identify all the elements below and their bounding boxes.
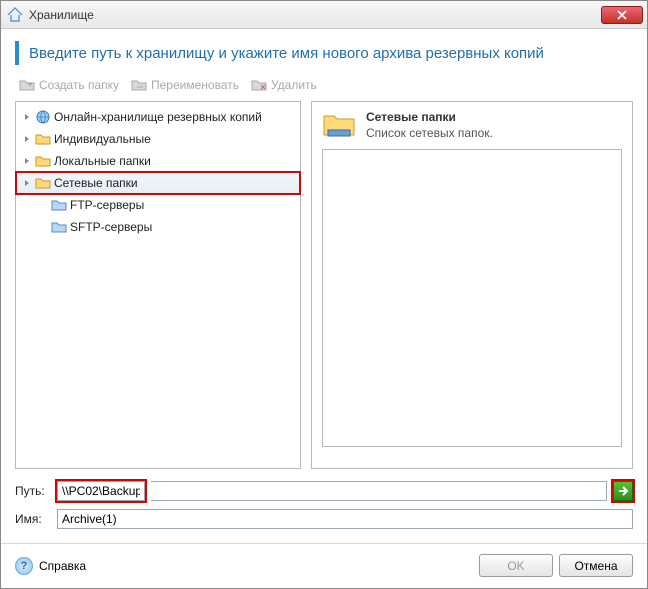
storage-tree: Онлайн-хранилище резервных копий Индивиду… bbox=[15, 101, 301, 469]
name-input[interactable] bbox=[57, 509, 633, 529]
fields-area: Путь: Имя: bbox=[1, 469, 647, 543]
folder-gold-icon bbox=[35, 131, 51, 147]
name-label: Имя: bbox=[15, 512, 51, 526]
rename-button[interactable]: Переименовать bbox=[127, 75, 243, 95]
tree-item-label: FTP-серверы bbox=[70, 198, 144, 212]
delete-button[interactable]: Удалить bbox=[247, 75, 321, 95]
close-icon bbox=[617, 10, 627, 20]
create-folder-button[interactable]: Создать папку bbox=[15, 75, 123, 95]
expand-arrow-icon[interactable] bbox=[22, 156, 32, 166]
tree-item-label: Сетевые папки bbox=[54, 176, 138, 190]
arrow-right-icon bbox=[617, 485, 629, 497]
network-folders-list[interactable] bbox=[322, 149, 622, 447]
window-title: Хранилище bbox=[29, 8, 601, 22]
help-label[interactable]: Справка bbox=[39, 559, 86, 573]
globe-icon bbox=[35, 109, 51, 125]
tree-item-label: Индивидуальные bbox=[54, 132, 151, 146]
help-icon[interactable]: ? bbox=[15, 557, 33, 575]
path-label: Путь: bbox=[15, 484, 51, 498]
delete-label: Удалить bbox=[271, 78, 317, 92]
go-button[interactable] bbox=[613, 481, 633, 501]
network-folder-large-icon bbox=[322, 110, 356, 143]
details-panel: Сетевые папки Список сетевых папок. bbox=[311, 101, 633, 469]
tree-item[interactable]: FTP-серверы bbox=[16, 194, 300, 216]
rename-icon bbox=[131, 77, 147, 93]
toolbar: Создать папку Переименовать Удалить bbox=[1, 75, 647, 101]
folder-gold-icon bbox=[35, 175, 51, 191]
instruction-header: Введите путь к хранилищу и укажите имя н… bbox=[15, 41, 633, 65]
rename-label: Переименовать bbox=[151, 78, 239, 92]
cancel-button[interactable]: Отмена bbox=[559, 554, 633, 577]
tree-item[interactable]: Локальные папки bbox=[16, 150, 300, 172]
tree-item[interactable]: SFTP-серверы bbox=[16, 216, 300, 238]
tree-item[interactable]: Индивидуальные bbox=[16, 128, 300, 150]
app-icon bbox=[7, 7, 23, 23]
ok-button[interactable]: OK bbox=[479, 554, 553, 577]
close-button[interactable] bbox=[601, 6, 643, 24]
create-folder-label: Создать папку bbox=[39, 78, 119, 92]
footer: ? Справка OK Отмена bbox=[1, 543, 647, 587]
folder-gold-icon bbox=[35, 153, 51, 169]
folder-blue-icon bbox=[51, 219, 67, 235]
details-title: Сетевые папки bbox=[366, 110, 493, 124]
expand-arrow-icon[interactable] bbox=[22, 134, 32, 144]
delete-icon bbox=[251, 77, 267, 93]
path-input[interactable] bbox=[57, 481, 145, 501]
expand-arrow-icon[interactable] bbox=[22, 178, 32, 188]
folder-plus-icon bbox=[19, 77, 35, 93]
path-input-extension[interactable] bbox=[151, 481, 607, 501]
tree-item-label: SFTP-серверы bbox=[70, 220, 152, 234]
details-subtitle: Список сетевых папок. bbox=[366, 126, 493, 140]
titlebar: Хранилище bbox=[1, 1, 647, 29]
tree-item-label: Локальные папки bbox=[54, 154, 151, 168]
tree-item[interactable]: Сетевые папки bbox=[16, 172, 300, 194]
tree-item-label: Онлайн-хранилище резервных копий bbox=[54, 110, 262, 124]
tree-item[interactable]: Онлайн-хранилище резервных копий bbox=[16, 106, 300, 128]
main-area: Онлайн-хранилище резервных копий Индивиду… bbox=[1, 101, 647, 469]
expand-arrow-icon[interactable] bbox=[22, 112, 32, 122]
folder-blue-icon bbox=[51, 197, 67, 213]
